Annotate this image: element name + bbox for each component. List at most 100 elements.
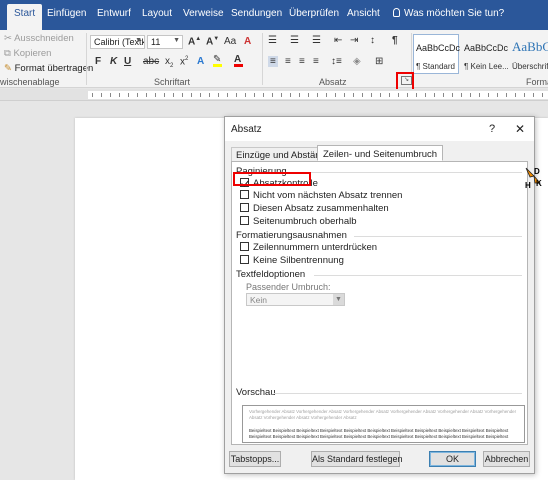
format-painter-button[interactable]: ✎ Format übertragen xyxy=(4,63,93,74)
svg-text:D: D xyxy=(534,167,540,176)
align-center-icon[interactable]: ≡ xyxy=(285,56,291,67)
format-painter-label: Format übertragen xyxy=(14,63,94,74)
borders-icon[interactable]: ⊞ xyxy=(375,56,383,67)
underline-icon[interactable]: U xyxy=(124,56,131,67)
italic-icon[interactable]: K xyxy=(110,56,117,67)
close-button[interactable]: ✕ xyxy=(515,122,525,136)
checkbox-label: Diesen Absatz zusammenhalten xyxy=(253,203,389,214)
styles-group-label: Forma xyxy=(526,77,548,87)
font-size-dropdown[interactable]: 11 ▼ xyxy=(147,35,183,49)
shrink-font-icon[interactable]: A▼ xyxy=(206,36,219,47)
help-button[interactable]: ? xyxy=(489,123,495,135)
brush-icon: ✎ xyxy=(4,63,15,74)
ruler-tick xyxy=(110,93,111,97)
grow-font-icon[interactable]: A▲ xyxy=(188,36,201,47)
tab-layout[interactable]: Layout xyxy=(142,8,172,19)
ruler-tick xyxy=(290,93,291,97)
set-as-default-button[interactable]: Als Standard festlegen xyxy=(311,451,403,467)
cut-button[interactable]: ✂ Ausschneiden xyxy=(4,33,74,44)
bold-icon[interactable]: F xyxy=(95,56,101,67)
cut-label: Ausschneiden xyxy=(14,33,74,44)
text-effects-icon[interactable]: A xyxy=(197,56,204,67)
tab-entwurf[interactable]: Entwurf xyxy=(97,8,131,19)
multilevel-list-icon[interactable]: ☰ xyxy=(312,35,321,46)
ok-button[interactable]: OK xyxy=(429,451,476,467)
ruler-tick xyxy=(317,93,318,97)
font-name-dropdown[interactable]: Calibri (Textk ▼ xyxy=(90,35,145,49)
ruler xyxy=(0,89,548,101)
tab-ueberpruefen[interactable]: Überprüfen xyxy=(289,8,339,19)
ruler-tick xyxy=(344,93,345,97)
checkbox-no-hyphenation[interactable]: Keine Silbentrennung xyxy=(240,255,344,266)
ruler-tick xyxy=(101,93,102,97)
decrease-indent-icon[interactable]: ⇤ xyxy=(334,35,342,46)
dialog-body: Einzüge und Abstände Zeilen- und Seitenu… xyxy=(225,141,534,473)
style-name: ¶ Standard xyxy=(416,62,455,71)
paragraph-dialog: Absatz ? ✕ Einzüge und Abstände Zeilen- … xyxy=(224,116,535,474)
tight-wrap-label: Passender Umbruch: xyxy=(246,282,331,292)
line-spacing-icon[interactable]: ↕≡ xyxy=(331,56,342,67)
tab-ansicht[interactable]: Ansicht xyxy=(347,8,380,19)
tell-me-text: Was möchten Sie tun? xyxy=(404,8,505,19)
ruler-tick xyxy=(308,93,309,97)
preview-sample-text: Beispieltext Beispieltext Beispieltext B… xyxy=(249,428,509,439)
tabs-button[interactable]: Tabstopps... xyxy=(229,451,281,467)
ruler-tick xyxy=(128,93,129,97)
ruler-tick xyxy=(281,93,282,97)
tight-wrap-value: Kein xyxy=(250,295,268,305)
section-formatting-exceptions: Formatierungsausnahmen xyxy=(236,230,347,241)
chevron-down-icon: ▼ xyxy=(135,37,142,44)
copy-button[interactable]: ⧉ Kopieren xyxy=(4,48,51,59)
highlight-icon[interactable]: ✎ xyxy=(213,54,222,67)
divider xyxy=(284,172,522,173)
style-standard[interactable]: AaBbCcDc ¶ Standard xyxy=(413,34,460,74)
align-right-icon[interactable]: ≡ xyxy=(299,56,305,67)
ruler-tick xyxy=(326,93,327,97)
ruler-tick xyxy=(164,93,165,97)
style-sample: AaBbC xyxy=(512,39,548,54)
pilcrow-icon[interactable]: ¶ xyxy=(392,35,398,46)
style-no-spacing[interactable]: AaBbCcDc ¶ Kein Lee... xyxy=(461,34,509,74)
tell-me-search[interactable]: Was möchten Sie tun? xyxy=(393,8,504,19)
highlight-box xyxy=(233,172,311,186)
shading-icon[interactable]: ◈ xyxy=(353,56,361,67)
increase-indent-icon[interactable]: ⇥ xyxy=(350,35,358,46)
superscript-icon[interactable]: x2 xyxy=(180,56,188,67)
sort-icon[interactable]: ↕ xyxy=(370,35,375,46)
tab-panel: Paginierung Absatzkontrolle Nicht vom nä… xyxy=(231,161,528,445)
ribbon-tab-bar: Start Einfügen Entwurf Layout Verweise S… xyxy=(0,0,548,30)
checkbox-unchecked xyxy=(240,190,249,199)
ruler-tick xyxy=(425,93,426,97)
ruler-tick xyxy=(533,93,534,97)
ruler-tick xyxy=(515,93,516,97)
change-case-icon[interactable]: Aa xyxy=(224,36,236,47)
style-name: Überschrif... xyxy=(512,62,548,71)
tab-einfuegen[interactable]: Einfügen xyxy=(47,8,86,19)
bullets-icon[interactable]: ☰ xyxy=(268,35,277,46)
numbering-icon[interactable]: ☰ xyxy=(290,35,299,46)
checkbox-suppress-line-numbers[interactable]: Zeilennummern unterdrücken xyxy=(240,242,377,253)
ruler-tick xyxy=(155,93,156,97)
justify-icon[interactable]: ≡ xyxy=(313,56,319,67)
style-heading[interactable]: AaBbC Überschrif... xyxy=(509,34,548,74)
tab-line-page-breaks[interactable]: Zeilen- und Seitenumbruch xyxy=(317,145,444,161)
ruler-tick xyxy=(119,93,120,97)
ruler-tick xyxy=(92,93,93,97)
checkbox-unchecked xyxy=(240,242,249,251)
cancel-button[interactable]: Abbrechen xyxy=(483,451,530,467)
align-left-icon[interactable]: ≡ xyxy=(268,56,278,67)
tab-sendungen[interactable]: Sendungen xyxy=(231,8,282,19)
ruler-tick xyxy=(182,93,183,97)
strikethrough-icon[interactable]: abc xyxy=(143,56,159,67)
checkbox-keep-lines-together[interactable]: Diesen Absatz zusammenhalten xyxy=(240,203,389,214)
tab-start[interactable]: Start xyxy=(7,4,43,30)
subscript-icon[interactable]: x2 xyxy=(165,56,173,69)
tab-verweise[interactable]: Verweise xyxy=(183,8,224,19)
checkbox-label: Seitenumbruch oberhalb xyxy=(253,216,357,227)
checkbox-page-break-before[interactable]: Seitenumbruch oberhalb xyxy=(240,216,357,227)
clear-format-icon[interactable]: A xyxy=(244,36,251,47)
checkbox-keep-with-next[interactable]: Nicht vom nächsten Absatz trennen xyxy=(240,190,402,201)
ruler-tick xyxy=(218,93,219,97)
ruler-tick xyxy=(137,93,138,97)
font-color-icon[interactable]: A xyxy=(234,54,243,67)
